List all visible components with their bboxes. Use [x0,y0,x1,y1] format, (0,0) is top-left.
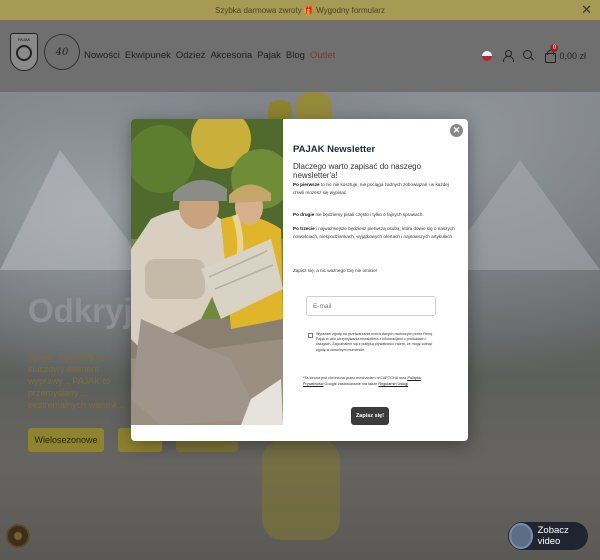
hero-person [296,92,332,122]
email-field[interactable] [306,296,436,316]
nav-item-pajak[interactable]: Pajak [257,50,281,61]
nav-item-blog[interactable]: Blog [286,50,305,61]
newsletter-modal: ✕ PAJAK Newsletter Dlaczego warto zapisa… [131,119,468,441]
paragraph-lead: Po trzecie [293,226,315,231]
nav-item-akcesoria[interactable]: Akcesoria [210,50,252,61]
nav-item-nowosci[interactable]: Nowości [84,50,120,61]
terms-link[interactable]: Regulamin Usługi [378,382,408,386]
polish-flag-icon[interactable] [482,50,493,61]
hero-text: Śpiwór puchowy to kluczowy element wypra… [28,352,126,410]
logo-text: PAJAK [17,37,31,42]
announcement-bar: Szybka darmowa zwroty 🎁 Wygodny formular… [0,0,600,20]
modal-paragraph: Po trzecie i najważniejsze będziesz pier… [293,225,461,240]
modal-photo [131,119,283,425]
subscribe-button[interactable]: Zapisz się! [351,407,389,425]
cart-button[interactable]: 0 0,00 zł [544,44,586,63]
recaptcha-text: *Ta strona jest chroniona przez mechaniz… [303,376,408,380]
nav-item-outlet[interactable]: Outlet [310,50,335,61]
anniversary-logo-text: 40 [55,46,69,58]
main-nav: Nowości Ekwipunek Odzież Akcesoria Pajak… [84,50,335,61]
brand-logo[interactable]: PAJAK [10,33,38,71]
search-icon[interactable] [523,50,534,61]
paragraph-text: nie będziemy pisali często i tylko o faj… [314,212,424,217]
cart-count-badge: 0 [550,44,559,52]
header-actions: 0 0,00 zł [482,44,586,63]
cart-total: 0,00 zł [559,50,586,61]
paragraph-lead: Po pierwsze [293,182,320,187]
video-button[interactable]: Zobacz video [508,522,588,550]
nav-item-ekwipunek[interactable]: Ekwipunek [125,50,171,61]
hero-reflection [262,440,340,540]
spider-icon [16,45,32,61]
recaptcha-notice: *Ta strona jest chroniona przez mechaniz… [303,375,435,387]
hero-button-wielosezonowe[interactable]: Wielosezonowe [28,428,104,452]
modal-content: ✕ PAJAK Newsletter Dlaczego warto zapisa… [283,119,468,441]
modal-title: PAJAK Newsletter [293,144,376,155]
hero-title: Odkryj [28,292,133,329]
modal-paragraph: Po pierwsze to nic nie kosztuje, nie poc… [293,181,461,196]
modal-paragraph: Po drugie nie będziemy pisali często i t… [293,211,461,219]
paragraph-text: i najważniejsze będziesz pierwszą osobą,… [293,226,455,239]
user-icon[interactable] [502,50,515,62]
anniversary-logo[interactable]: 40 [44,34,80,70]
chat-badge[interactable] [6,524,30,548]
video-thumbnail [509,523,533,549]
close-icon[interactable]: ✕ [450,124,463,137]
modal-paragraph: Zapisz się, a nic ważnego Cię nie ominie… [293,267,461,275]
nav-item-odziez[interactable]: Odzież [176,50,206,61]
paragraph-text: Zapisz się, a nic ważnego Cię nie ominie… [293,268,378,273]
site-header: PAJAK 40 Nowości Ekwipunek Odzież Akceso… [0,20,600,92]
paragraph-lead: Po drugie [293,212,315,217]
close-icon[interactable]: ✕ [581,3,592,17]
hikers-photo [131,119,283,425]
consent-text: Wyrażam zgodę na przetwarzanie moich dan… [316,332,433,352]
modal-subtitle: Dlaczego warto zapisać do naszego newsle… [293,162,422,180]
recaptcha-text: Google zastosowanie ma także [323,382,379,386]
consent-checkbox[interactable] [308,333,313,338]
video-label: Zobacz video [537,525,569,547]
mountain-decoration [0,150,150,270]
announcement-text: Szybka darmowa zwroty 🎁 Wygodny formular… [215,5,385,15]
